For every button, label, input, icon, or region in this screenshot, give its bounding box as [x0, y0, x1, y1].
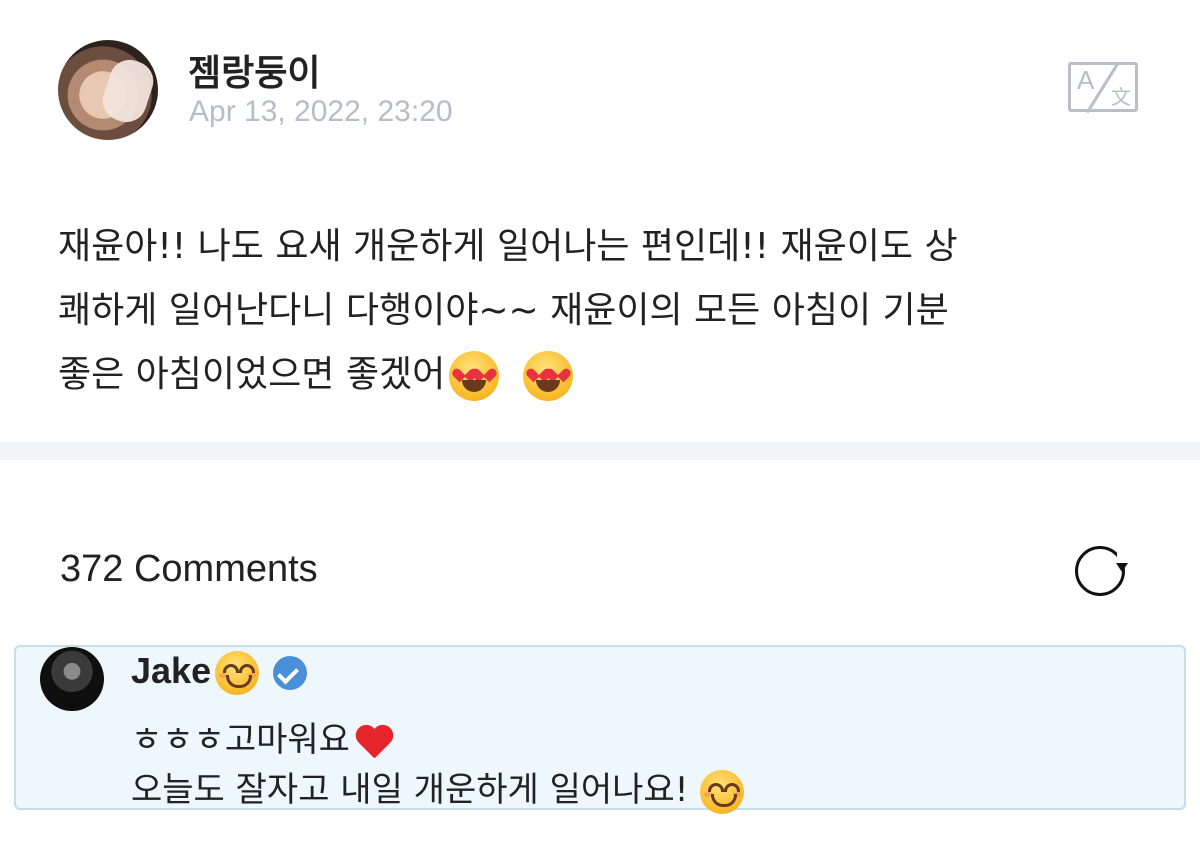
- heart-eyes-emoji: [449, 351, 500, 401]
- comment-author-row: Jake: [131, 650, 308, 696]
- post-body-line: 쾌하게 일어난다니 다행이야~~ 재윤이의 모든 아침이 기분: [58, 290, 949, 331]
- refresh-icon[interactable]: [1075, 546, 1128, 596]
- comments-count: 372 Comments: [60, 548, 318, 590]
- comment-line-text: ㅎㅎㅎ고마워요: [131, 720, 350, 760]
- translate-button[interactable]: A 文: [1068, 62, 1138, 114]
- post-body: 재윤아!! 나도 요새 개운하게 일어나는 편인데!! 재윤이도 상 쾌하게 일…: [58, 215, 1148, 407]
- comment-text: ㅎㅎㅎ고마워요 오늘도 잘자고 내일 개운하게 일어나요!: [131, 715, 745, 815]
- comment-author-avatar[interactable]: [40, 647, 104, 711]
- comment-author-name[interactable]: Jake: [131, 650, 211, 691]
- translate-icon: A: [1077, 65, 1095, 95]
- section-divider: [0, 442, 1200, 460]
- post-author-name[interactable]: 젬랑둥이: [188, 44, 320, 96]
- translate-zh-glyph: 文: [1111, 85, 1131, 109]
- comment-line: 오늘도 잘자고 내일 개운하게 일어나요!: [131, 765, 745, 815]
- verified-badge-icon: [273, 656, 308, 691]
- post-date: Apr 13, 2022, 23:20: [189, 95, 453, 128]
- post-body-line: 재윤아!! 나도 요새 개운하게 일어나는 편인데!! 재윤이도 상: [58, 226, 958, 267]
- red-heart-emoji: [354, 724, 394, 760]
- comment-line: ㅎㅎㅎ고마워요: [131, 715, 744, 765]
- post-header: 젬랑둥이 Apr 13, 2022, 23:20 A 文: [58, 40, 1158, 140]
- author-avatar[interactable]: [58, 40, 158, 140]
- post-body-line-last: 좋은 아침이었으면 좋겠어: [58, 343, 1148, 407]
- comment-item[interactable]: Jake ㅎㅎㅎ고마워요 오늘도 잘자고 내일 개운하게 일어나요!: [14, 645, 1186, 814]
- comment-line-text: 오늘도 잘자고 내일 개운하게 일어나요!: [131, 770, 689, 810]
- post-body-text: 좋은 아침이었으면 좋겠어: [58, 354, 446, 395]
- smiling-face-emoji: [700, 769, 745, 814]
- heart-eyes-emoji: [522, 351, 573, 401]
- smiling-face-emoji: [215, 651, 260, 696]
